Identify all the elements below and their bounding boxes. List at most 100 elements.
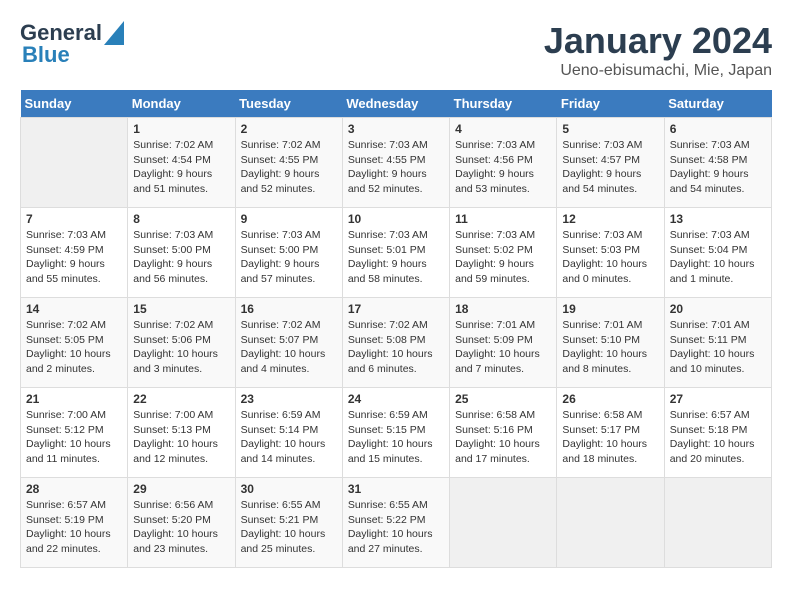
calendar-cell: 8Sunrise: 7:03 AMSunset: 5:00 PMDaylight… (128, 208, 235, 298)
calendar-cell (21, 118, 128, 208)
calendar-cell: 3 Sunrise: 7:03 AMSunset: 4:55 PMDaylight… (342, 118, 449, 208)
day-info: Sunrise: 7:01 AMSunset: 5:09 PMDaylight:… (455, 318, 551, 377)
calendar-cell: 1 Sunrise: 7:02 AMSunset: 4:54 PMDaylight… (128, 118, 235, 208)
day-number: 28 (26, 482, 122, 496)
day-info: Sunrise: 6:59 AMSunset: 5:14 PMDaylight:… (241, 408, 337, 467)
day-number: 6 (670, 122, 766, 136)
calendar-cell: 18Sunrise: 7:01 AMSunset: 5:09 PMDayligh… (450, 298, 557, 388)
day-number: 12 (562, 212, 658, 226)
day-info: Sunrise: 7:01 AMSunset: 5:10 PMDaylight:… (562, 318, 658, 377)
day-of-week-header: Sunday (21, 90, 128, 118)
day-info: Sunrise: 6:56 AMSunset: 5:20 PMDaylight:… (133, 498, 229, 557)
calendar-week-row: 21Sunrise: 7:00 AMSunset: 5:12 PMDayligh… (21, 388, 772, 478)
day-number: 26 (562, 392, 658, 406)
calendar-cell: 11Sunrise: 7:03 AMSunset: 5:02 PMDayligh… (450, 208, 557, 298)
day-info: Sunrise: 7:00 AMSunset: 5:12 PMDaylight:… (26, 408, 122, 467)
calendar-table: SundayMondayTuesdayWednesdayThursdayFrid… (20, 90, 772, 568)
calendar-cell (557, 478, 664, 568)
day-number: 5 (562, 122, 658, 136)
calendar-cell: 21Sunrise: 7:00 AMSunset: 5:12 PMDayligh… (21, 388, 128, 478)
month-title: January 2024 (544, 20, 772, 62)
calendar-cell: 13Sunrise: 7:03 AMSunset: 5:04 PMDayligh… (664, 208, 771, 298)
day-info: Sunrise: 7:02 AMSunset: 4:54 PMDaylight:… (133, 138, 229, 197)
calendar-cell: 29 Sunrise: 6:56 AMSunset: 5:20 PMDayligh… (128, 478, 235, 568)
day-number: 27 (670, 392, 766, 406)
day-of-week-header: Wednesday (342, 90, 449, 118)
day-info: Sunrise: 7:02 AMSunset: 5:05 PMDaylight:… (26, 318, 122, 377)
title-area: January 2024 Ueno-ebisumachi, Mie, Japan (544, 20, 772, 80)
day-number: 20 (670, 302, 766, 316)
day-number: 4 (455, 122, 551, 136)
day-info: Sunrise: 6:58 AMSunset: 5:16 PMDaylight:… (455, 408, 551, 467)
calendar-cell: 5 Sunrise: 7:03 AMSunset: 4:57 PMDaylight… (557, 118, 664, 208)
day-info: Sunrise: 6:57 AMSunset: 5:18 PMDaylight:… (670, 408, 766, 467)
day-info: Sunrise: 6:58 AMSunset: 5:17 PMDaylight:… (562, 408, 658, 467)
day-number: 24 (348, 392, 444, 406)
day-number: 14 (26, 302, 122, 316)
day-of-week-header: Tuesday (235, 90, 342, 118)
day-number: 3 (348, 122, 444, 136)
day-info: Sunrise: 7:03 AMSunset: 5:04 PMDaylight:… (670, 228, 766, 287)
calendar-week-row: 28 Sunrise: 6:57 AMSunset: 5:19 PMDayligh… (21, 478, 772, 568)
calendar-cell: 16Sunrise: 7:02 AMSunset: 5:07 PMDayligh… (235, 298, 342, 388)
calendar-cell: 31Sunrise: 6:55 AMSunset: 5:22 PMDayligh… (342, 478, 449, 568)
calendar-cell: 25 Sunrise: 6:58 AMSunset: 5:16 PMDayligh… (450, 388, 557, 478)
calendar-cell (664, 478, 771, 568)
day-number: 23 (241, 392, 337, 406)
day-info: Sunrise: 7:03 AMSunset: 5:01 PMDaylight:… (348, 228, 444, 287)
calendar-cell: 22 Sunrise: 7:00 AMSunset: 5:13 PMDayligh… (128, 388, 235, 478)
calendar-cell: 23 Sunrise: 6:59 AMSunset: 5:14 PMDayligh… (235, 388, 342, 478)
day-number: 17 (348, 302, 444, 316)
calendar-cell: 12Sunrise: 7:03 AMSunset: 5:03 PMDayligh… (557, 208, 664, 298)
calendar-cell: 19 Sunrise: 7:01 AMSunset: 5:10 PMDayligh… (557, 298, 664, 388)
day-info: Sunrise: 7:00 AMSunset: 5:13 PMDaylight:… (133, 408, 229, 467)
calendar-header: SundayMondayTuesdayWednesdayThursdayFrid… (21, 90, 772, 118)
calendar-cell: 15 Sunrise: 7:02 AMSunset: 5:06 PMDayligh… (128, 298, 235, 388)
calendar-cell: 6 Sunrise: 7:03 AMSunset: 4:58 PMDaylight… (664, 118, 771, 208)
day-of-week-header: Monday (128, 90, 235, 118)
calendar-cell: 10 Sunrise: 7:03 AMSunset: 5:01 PMDayligh… (342, 208, 449, 298)
day-info: Sunrise: 7:02 AMSunset: 5:06 PMDaylight:… (133, 318, 229, 377)
day-info: Sunrise: 7:02 AMSunset: 4:55 PMDaylight:… (241, 138, 337, 197)
day-number: 7 (26, 212, 122, 226)
header-row: SundayMondayTuesdayWednesdayThursdayFrid… (21, 90, 772, 118)
day-info: Sunrise: 7:01 AMSunset: 5:11 PMDaylight:… (670, 318, 766, 377)
day-number: 19 (562, 302, 658, 316)
day-number: 25 (455, 392, 551, 406)
day-info: Sunrise: 7:03 AMSunset: 4:58 PMDaylight:… (670, 138, 766, 197)
calendar-cell: 7 Sunrise: 7:03 AMSunset: 4:59 PMDaylight… (21, 208, 128, 298)
day-info: Sunrise: 7:03 AMSunset: 4:56 PMDaylight:… (455, 138, 551, 197)
calendar-cell: 28 Sunrise: 6:57 AMSunset: 5:19 PMDayligh… (21, 478, 128, 568)
day-info: Sunrise: 6:59 AMSunset: 5:15 PMDaylight:… (348, 408, 444, 467)
day-number: 30 (241, 482, 337, 496)
calendar-cell: 9 Sunrise: 7:03 AMSunset: 5:00 PMDaylight… (235, 208, 342, 298)
day-info: Sunrise: 7:03 AMSunset: 5:00 PMDaylight:… (241, 228, 337, 287)
day-number: 11 (455, 212, 551, 226)
day-info: Sunrise: 7:03 AMSunset: 4:57 PMDaylight:… (562, 138, 658, 197)
day-of-week-header: Thursday (450, 90, 557, 118)
day-number: 22 (133, 392, 229, 406)
day-number: 31 (348, 482, 444, 496)
day-info: Sunrise: 6:57 AMSunset: 5:19 PMDaylight:… (26, 498, 122, 557)
day-number: 16 (241, 302, 337, 316)
day-number: 29 (133, 482, 229, 496)
location: Ueno-ebisumachi, Mie, Japan (544, 62, 772, 80)
calendar-cell: 4 Sunrise: 7:03 AMSunset: 4:56 PMDaylight… (450, 118, 557, 208)
calendar-cell: 30Sunrise: 6:55 AMSunset: 5:21 PMDayligh… (235, 478, 342, 568)
day-info: Sunrise: 7:03 AMSunset: 4:59 PMDaylight:… (26, 228, 122, 287)
calendar-cell: 14 Sunrise: 7:02 AMSunset: 5:05 PMDayligh… (21, 298, 128, 388)
calendar-cell: 27 Sunrise: 6:57 AMSunset: 5:18 PMDayligh… (664, 388, 771, 478)
day-number: 2 (241, 122, 337, 136)
day-number: 8 (133, 212, 229, 226)
day-of-week-header: Saturday (664, 90, 771, 118)
day-info: Sunrise: 7:02 AMSunset: 5:08 PMDaylight:… (348, 318, 444, 377)
logo: General Blue (20, 20, 124, 68)
day-info: Sunrise: 7:03 AMSunset: 4:55 PMDaylight:… (348, 138, 444, 197)
calendar-cell: 20 Sunrise: 7:01 AMSunset: 5:11 PMDayligh… (664, 298, 771, 388)
day-number: 1 (133, 122, 229, 136)
calendar-cell: 2 Sunrise: 7:02 AMSunset: 4:55 PMDaylight… (235, 118, 342, 208)
day-number: 15 (133, 302, 229, 316)
calendar-body: 1 Sunrise: 7:02 AMSunset: 4:54 PMDaylight… (21, 118, 772, 568)
day-number: 9 (241, 212, 337, 226)
day-number: 10 (348, 212, 444, 226)
